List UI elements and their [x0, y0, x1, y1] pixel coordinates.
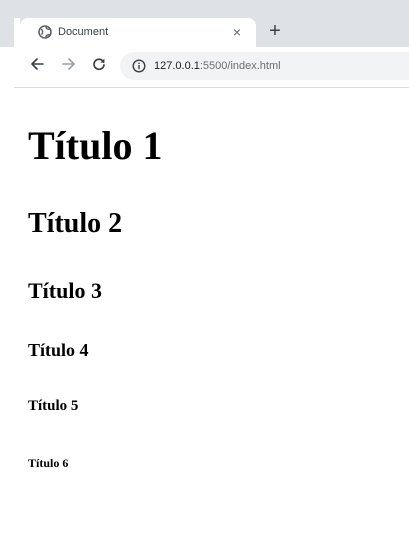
page-content: Título 1 Título 2 Título 3 Título 4 Títu… [0, 88, 409, 540]
tab-document[interactable]: Document × [20, 18, 256, 47]
heading-5: Título 5 [28, 398, 79, 414]
heading-2: Título 2 [28, 208, 123, 239]
globe-icon [38, 25, 52, 39]
reload-icon [92, 57, 106, 76]
url-host: 127.0.0.1 [154, 60, 200, 72]
close-icon[interactable]: × [228, 23, 246, 41]
forward-button[interactable] [58, 55, 80, 77]
address-bar[interactable]: 127.0.0.1:5500/index.html [120, 52, 409, 80]
browser-window: Document × + 127.0.0.1:5500/index.html T… [0, 0, 409, 540]
heading-1: Título 1 [28, 123, 163, 168]
arrow-right-icon [62, 57, 76, 76]
info-icon[interactable] [132, 59, 146, 73]
url-path: :5500/index.html [199, 60, 281, 72]
arrow-left-icon [30, 57, 44, 76]
heading-4: Título 4 [28, 340, 89, 360]
new-tab-button[interactable]: + [263, 20, 287, 44]
heading-6: Título 6 [28, 456, 69, 470]
url-text: 127.0.0.1:5500/index.html [154, 59, 281, 73]
toolbar: 127.0.0.1:5500/index.html [20, 47, 409, 87]
tab-title: Document [58, 26, 109, 38]
heading-3: Título 3 [28, 278, 102, 303]
back-button[interactable] [26, 55, 48, 77]
reload-button[interactable] [88, 55, 110, 77]
